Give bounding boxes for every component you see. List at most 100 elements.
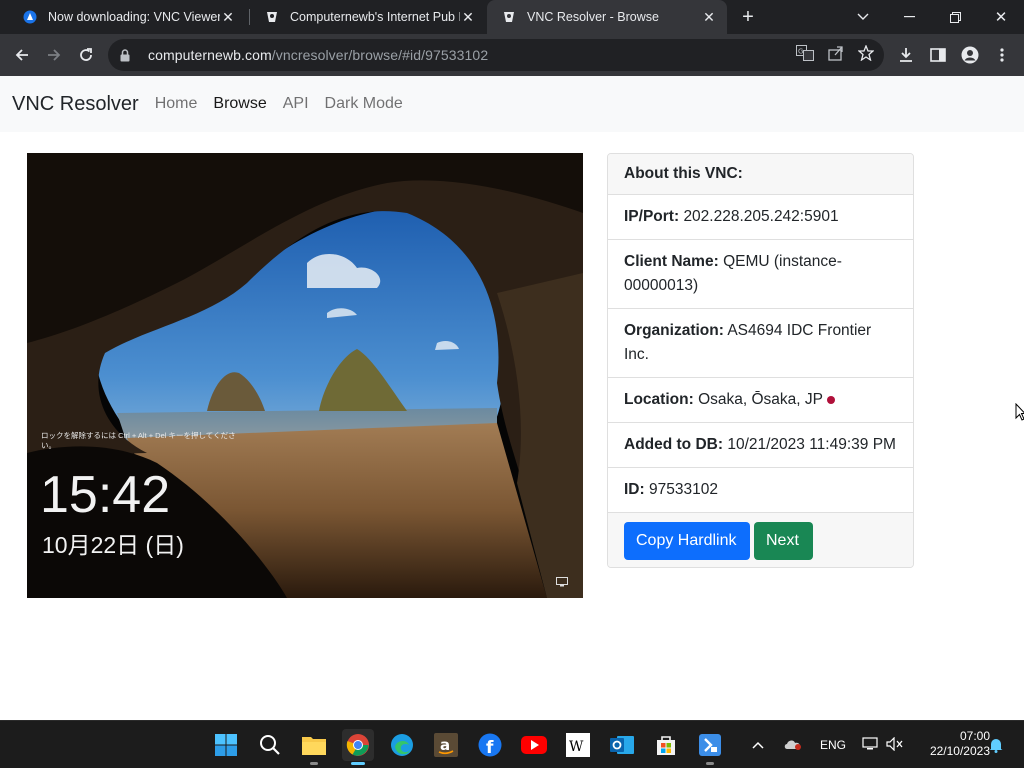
taskbar-microsoft-store[interactable] (650, 729, 682, 761)
svg-text:W: W (569, 739, 584, 755)
taskbar-file-explorer[interactable] (298, 729, 330, 765)
taskbar-outlook[interactable] (606, 729, 638, 761)
new-tab-button[interactable]: + (736, 5, 760, 29)
page-content: VNC Resolver Home Browse API Dark Mode ロ… (0, 76, 1024, 720)
network-icon (556, 574, 568, 592)
facebook-icon: f (478, 733, 502, 757)
chrome-icon (346, 734, 369, 756)
mouse-cursor-icon (1015, 403, 1024, 421)
lockscreen-date: 10月22日 (日) (42, 532, 184, 558)
lockscreen-time: 15:42 (40, 466, 171, 524)
restore-icon (949, 11, 961, 23)
lock-icon[interactable] (120, 48, 134, 62)
field-value: 202.228.205.242:5901 (683, 208, 839, 225)
site-brand[interactable]: VNC Resolver (12, 93, 139, 116)
close-icon[interactable]: ✕ (701, 9, 717, 26)
field-label: ID: (624, 481, 645, 498)
edge-icon (391, 734, 413, 756)
chevron-up-icon[interactable] (752, 738, 764, 752)
running-indicator (310, 762, 318, 765)
field-value: 97533102 (648, 481, 718, 498)
nav-home[interactable]: Home (155, 95, 198, 113)
address-bar[interactable]: computernewb.com/vncresolver/browse/#id/… (108, 39, 884, 71)
windows-logo-icon (215, 734, 237, 756)
minimize-icon (903, 16, 915, 18)
back-button[interactable] (8, 41, 36, 69)
taskbar-amazon[interactable]: a (430, 729, 462, 761)
close-window-button[interactable]: ✕ (978, 0, 1024, 34)
field-id: ID: 97533102 (608, 468, 913, 513)
forward-button[interactable] (40, 41, 68, 69)
running-indicator (706, 762, 714, 765)
display-icon[interactable] (862, 736, 878, 754)
search-icon (260, 735, 280, 755)
taskbar-wikipedia[interactable]: W (562, 729, 594, 761)
notifications-button[interactable] (988, 721, 1004, 768)
taskbar-youtube[interactable] (518, 729, 550, 761)
about-card: About this VNC: IP/Port: 202.228.205.242… (607, 153, 914, 568)
restore-button[interactable] (932, 0, 978, 34)
onedrive-icon[interactable] (784, 738, 802, 753)
nav-api[interactable]: API (283, 95, 309, 113)
start-button[interactable] (210, 729, 242, 761)
url-text[interactable]: computernewb.com/vncresolver/browse/#id/… (148, 47, 488, 63)
profile-icon (961, 46, 979, 64)
next-button[interactable]: Next (754, 521, 813, 560)
side-panel-icon (930, 48, 946, 62)
youtube-icon (521, 736, 547, 754)
svg-text:a: a (440, 736, 450, 754)
bell-icon (989, 739, 1003, 753)
tab-title: Now downloading: VNC Viewer (48, 10, 220, 24)
nav-browse[interactable]: Browse (213, 95, 266, 113)
taskbar-remote-desktop[interactable] (694, 729, 726, 765)
menu-button[interactable] (988, 41, 1016, 69)
reload-button[interactable] (72, 41, 100, 69)
lock-hint-text: ロックを解除するには Ctrl + Alt + Del キーを押してください。 (41, 431, 236, 450)
nav-dark-mode[interactable]: Dark Mode (325, 95, 403, 113)
field-location: Location: Osaka, Ōsaka, JP (608, 378, 913, 423)
taskbar-facebook[interactable]: f (474, 729, 506, 761)
field-client-name: Client Name: QEMU (instance-00000013) (608, 240, 913, 309)
close-icon: ✕ (994, 9, 1008, 26)
wikipedia-icon: W (566, 733, 590, 757)
download-icon (900, 48, 912, 62)
outlook-icon (610, 736, 634, 754)
tab-vnc-resolver[interactable]: VNC Resolver - Browse ✕ (487, 0, 727, 34)
store-icon (657, 736, 675, 755)
close-icon[interactable]: ✕ (220, 9, 236, 26)
search-button[interactable] (254, 729, 286, 761)
tab-search-button[interactable] (840, 0, 886, 34)
taskbar-chrome[interactable] (342, 729, 374, 765)
nav-links: Home Browse API Dark Mode (155, 95, 403, 113)
computernewb-icon (501, 9, 517, 25)
language-indicator[interactable]: ENG (820, 738, 846, 752)
browser-toolbar: computernewb.com/vncresolver/browse/#id/… (0, 34, 1024, 76)
volume-muted-icon[interactable] (886, 736, 904, 754)
tab-title: VNC Resolver - Browse (527, 10, 659, 24)
svg-text:G: G (798, 47, 803, 55)
remote-desktop-icon (699, 734, 721, 756)
location-dot-icon (826, 395, 835, 404)
svg-text:f: f (486, 738, 494, 757)
close-icon[interactable]: ✕ (460, 9, 476, 26)
share-icon[interactable] (828, 45, 844, 66)
translate-icon[interactable]: G (796, 44, 814, 66)
profile-button[interactable] (956, 41, 984, 69)
side-panel-button[interactable] (924, 41, 952, 69)
arrow-right-icon (48, 49, 61, 61)
reload-icon (80, 48, 92, 61)
copy-hardlink-button[interactable]: Copy Hardlink (624, 521, 750, 560)
taskbar-clock[interactable]: 07:00 22/10/2023 (912, 729, 990, 759)
tab-computernewb-pub[interactable]: Computernewb's Internet Pub H ✕ (250, 0, 486, 34)
star-icon[interactable] (857, 43, 875, 66)
field-label: Organization: (624, 322, 724, 339)
field-label: Location: (624, 391, 694, 408)
tab-vnc-download[interactable]: Now downloading: VNC Viewer ✕ (8, 0, 246, 34)
running-indicator (351, 762, 365, 765)
minimize-button[interactable] (886, 0, 932, 34)
folder-icon (302, 737, 326, 755)
taskbar-date: 22/10/2023 (929, 744, 990, 758)
taskbar-edge[interactable] (386, 729, 418, 761)
download-button[interactable] (892, 41, 920, 69)
url-path: /vncresolver/browse/#id/97533102 (271, 47, 489, 63)
